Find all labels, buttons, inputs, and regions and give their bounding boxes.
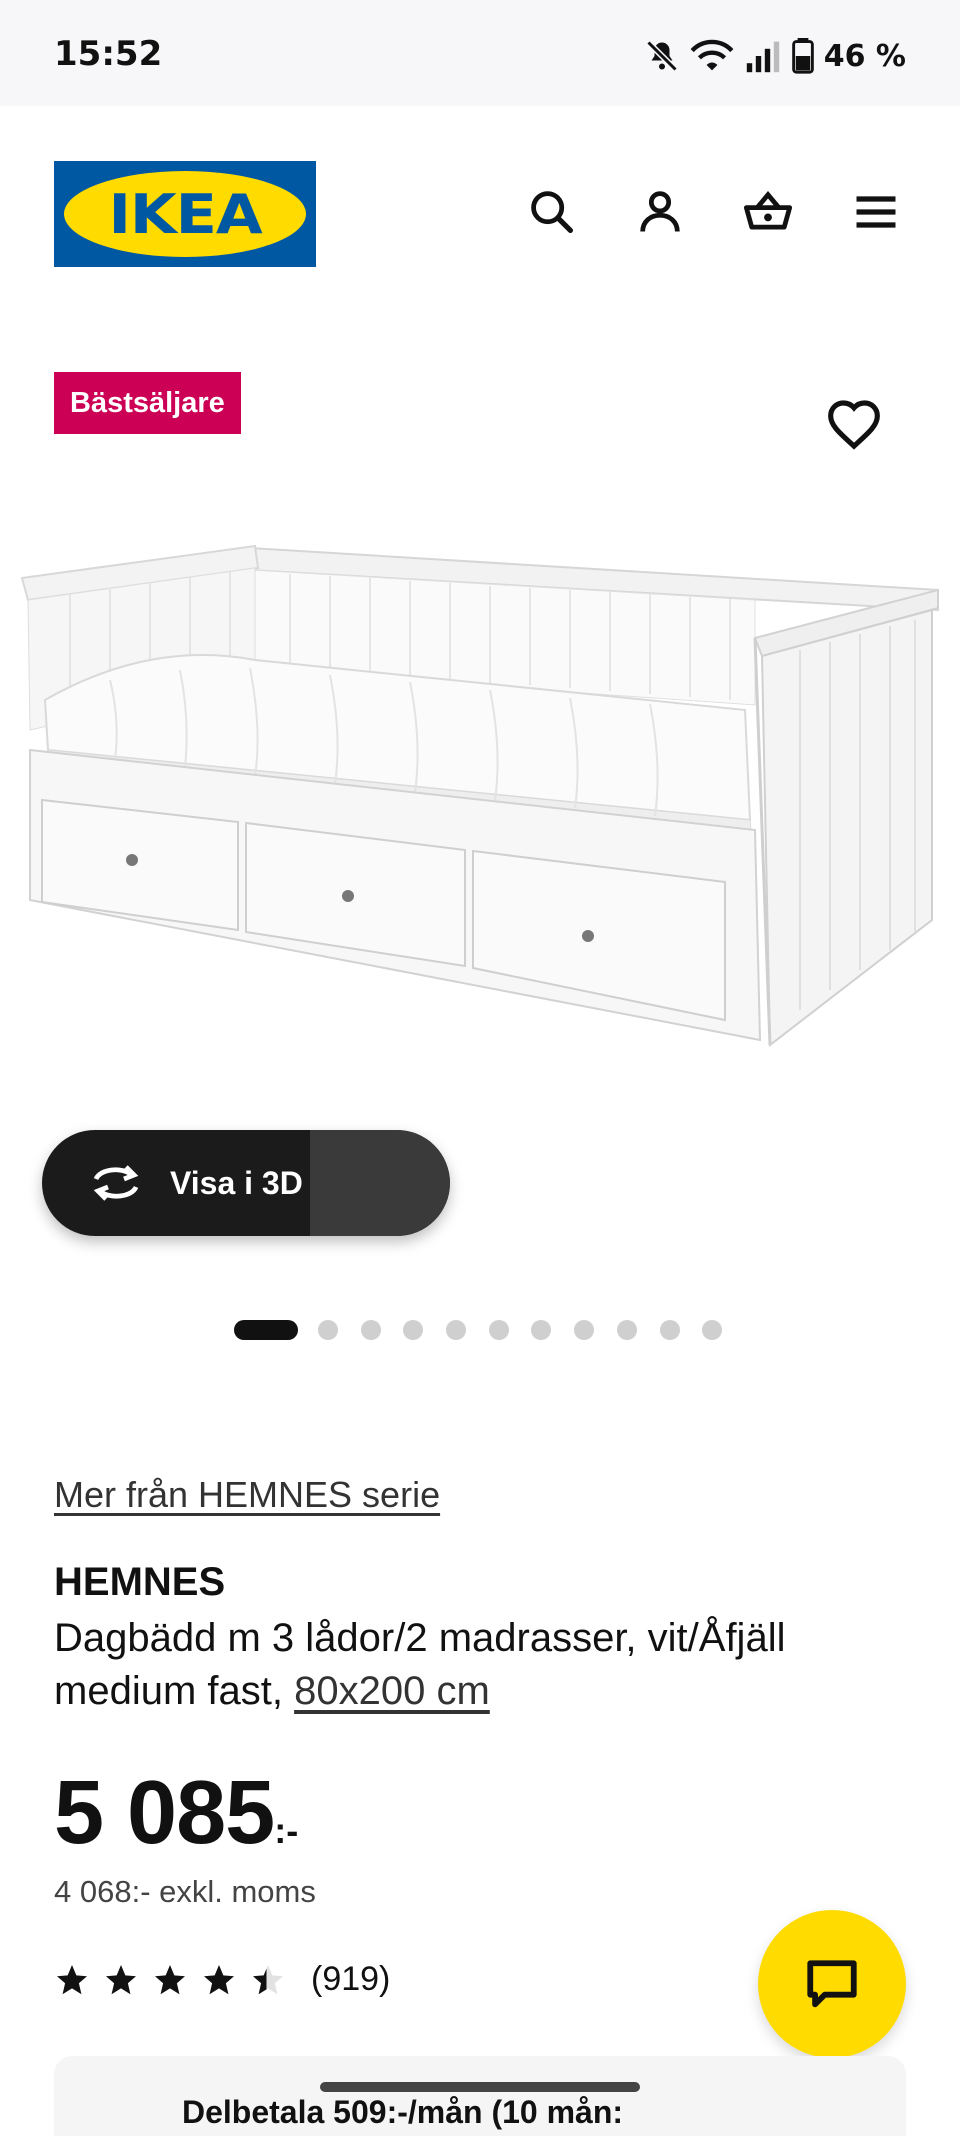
carousel-dot[interactable] (702, 1320, 723, 1340)
view-3d-label: Visa i 3D (170, 1165, 303, 1201)
carousel-dot[interactable] (234, 1320, 298, 1340)
view-3d-ghost (310, 1130, 450, 1236)
carousel-dot[interactable] (403, 1320, 424, 1340)
logo-wordmark: IKEA (108, 182, 262, 246)
star-icon (106, 1964, 136, 1994)
series-link[interactable]: Mer från HEMNES serie (54, 1474, 440, 1516)
favorite-heart-icon[interactable] (826, 398, 882, 450)
carousel-dot[interactable] (446, 1320, 467, 1340)
price: 5 085:- (54, 1762, 298, 1865)
carousel-dot[interactable] (488, 1320, 509, 1340)
mute-bell-icon (646, 40, 678, 72)
price-number: 5 085 (54, 1763, 275, 1863)
star-icon (204, 1964, 234, 1994)
carousel-dot[interactable] (318, 1320, 338, 1340)
product-name: HEMNES (54, 1560, 226, 1604)
battery-percent: 46 % (823, 38, 906, 74)
rating-count: (919) (311, 1960, 391, 1998)
wifi-icon (690, 39, 734, 71)
view-3d-button[interactable]: Visa i 3D (42, 1130, 450, 1236)
menu-icon[interactable] (850, 186, 902, 238)
price-currency: :- (274, 1810, 299, 1851)
product-description: Dagbädd m 3 lådor/2 madrasser, vit/Åfjäl… (54, 1612, 914, 1718)
signal-icon (746, 41, 779, 73)
size-link[interactable]: 80x200 cm (294, 1669, 490, 1713)
carousel-dot[interactable] (531, 1320, 552, 1340)
rotate-3d-icon (88, 1160, 144, 1206)
home-indicator[interactable] (320, 2082, 640, 2092)
battery-icon (791, 38, 814, 74)
image-carousel-dots (234, 1320, 745, 1340)
star-icon (155, 1964, 185, 1994)
chat-icon (807, 1960, 857, 2008)
status-time: 15:52 (54, 34, 163, 74)
rating[interactable]: (919) (54, 1960, 390, 1999)
chat-button[interactable] (758, 1910, 906, 2058)
half-star-icon (253, 1964, 283, 1994)
price-excl-vat: 4 068:- exkl. moms (54, 1874, 316, 1909)
installment-card[interactable]: Delbetala 509:-/mån (10 mån: (54, 2056, 906, 2136)
carousel-dot[interactable] (659, 1320, 680, 1340)
bestseller-badge: Bästsäljare (54, 372, 241, 434)
carousel-dot[interactable] (360, 1320, 381, 1340)
star-icon (57, 1964, 87, 1994)
ikea-logo[interactable]: IKEA (54, 161, 316, 267)
carousel-dot[interactable] (616, 1320, 637, 1340)
product-image[interactable] (0, 520, 960, 1080)
carousel-dot[interactable] (574, 1320, 595, 1340)
account-icon[interactable] (634, 186, 686, 238)
status-icons: 46 % (644, 36, 906, 76)
status-bar: 15:52 46 % (0, 0, 960, 106)
header-actions (526, 186, 902, 238)
installment-text: Delbetala 509:-/mån (10 mån: (182, 2094, 624, 2130)
site-header: IKEA (0, 106, 960, 316)
basket-icon[interactable] (742, 186, 794, 238)
search-icon[interactable] (526, 186, 578, 238)
